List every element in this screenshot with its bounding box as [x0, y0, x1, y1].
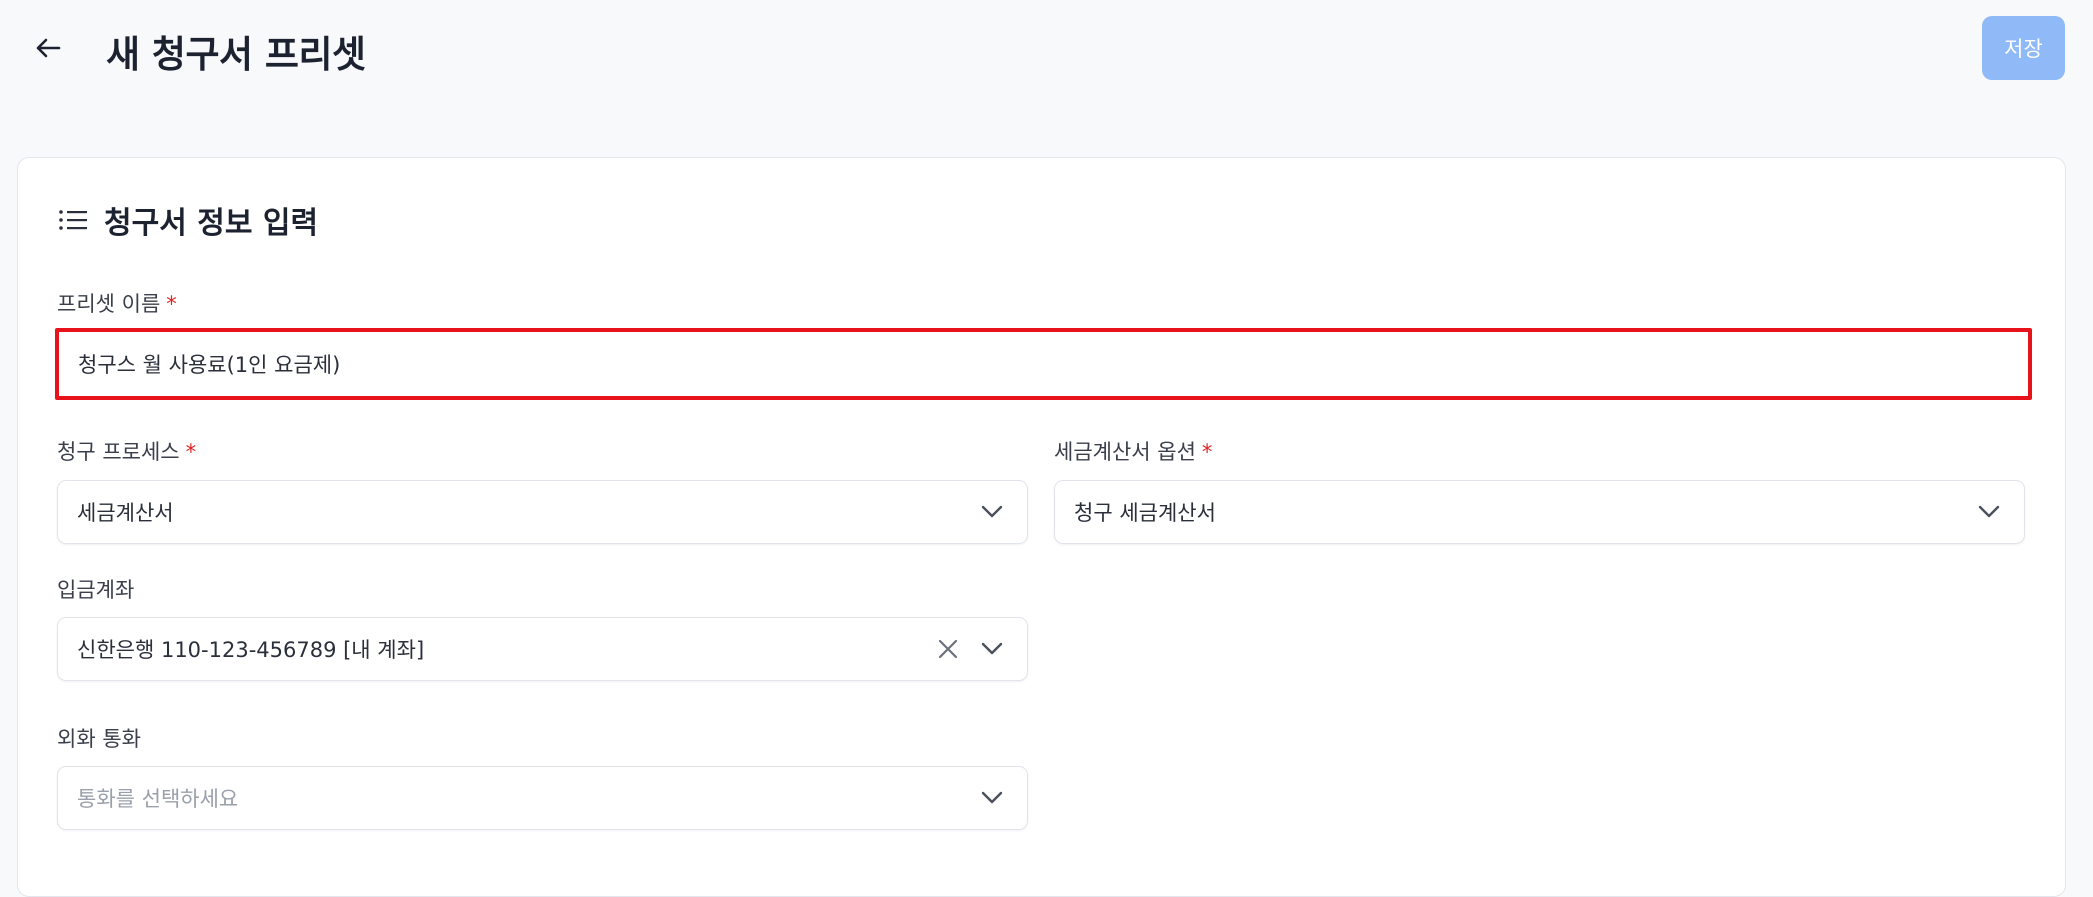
- billing-process-value: 세금계산서: [77, 501, 174, 525]
- foreign-currency-placeholder: 통화를 선택하세요: [77, 787, 239, 811]
- preset-name-label: 프리셋 이름 *: [57, 288, 177, 318]
- billing-process-select[interactable]: 세금계산서: [57, 480, 1028, 544]
- chevron-down-icon[interactable]: [981, 642, 1003, 656]
- chevron-down-icon[interactable]: [981, 791, 1003, 805]
- list-icon: [59, 210, 87, 230]
- billing-process-label: 청구 프로세스 *: [57, 436, 196, 466]
- foreign-currency-label: 외화 통화: [57, 723, 141, 753]
- back-button[interactable]: [30, 30, 66, 66]
- billing-process-label-text: 청구 프로세스: [57, 440, 180, 464]
- required-mark: *: [1201, 440, 1213, 464]
- save-button[interactable]: 저장: [1982, 16, 2065, 80]
- tax-invoice-option-label-text: 세금계산서 옵션: [1054, 440, 1196, 464]
- section-title: 청구서 정보 입력: [104, 206, 319, 241]
- chevron-down-icon[interactable]: [1978, 505, 2000, 519]
- preset-name-field[interactable]: [55, 328, 2032, 400]
- deposit-account-label: 입금계좌: [57, 574, 134, 604]
- invoice-info-card: 청구서 정보 입력 프리셋 이름* 청구 프로세스* 세금계산서 세금계산서 옵…: [17, 157, 2066, 897]
- required-mark: *: [166, 292, 177, 316]
- page-title: 새 청구서 프리셋: [106, 33, 366, 76]
- arrow-left-icon: [36, 38, 61, 58]
- tax-invoice-option-label: 세금계산서 옵션 *: [1054, 436, 1212, 466]
- close-icon[interactable]: [937, 638, 959, 660]
- preset-name-input[interactable]: [59, 332, 2028, 396]
- page-header: 새 청구서 프리셋 저장: [0, 0, 2093, 100]
- deposit-account-select[interactable]: 신한은행 110-123-456789 [내 계좌]: [57, 617, 1028, 681]
- tax-invoice-option-select[interactable]: 청구 세금계산서: [1054, 480, 2025, 544]
- required-mark: *: [185, 440, 197, 464]
- foreign-currency-label-text: 외화 통화: [57, 727, 141, 751]
- deposit-account-value: 신한은행 110-123-456789 [내 계좌]: [77, 638, 425, 662]
- foreign-currency-select[interactable]: 통화를 선택하세요: [57, 766, 1028, 830]
- deposit-account-label-text: 입금계좌: [57, 578, 135, 602]
- chevron-down-icon[interactable]: [981, 505, 1003, 519]
- preset-name-label-text: 프리셋 이름: [57, 292, 161, 316]
- section-header: 청구서 정보 입력: [58, 198, 318, 242]
- tax-invoice-option-value: 청구 세금계산서: [1074, 501, 1216, 525]
